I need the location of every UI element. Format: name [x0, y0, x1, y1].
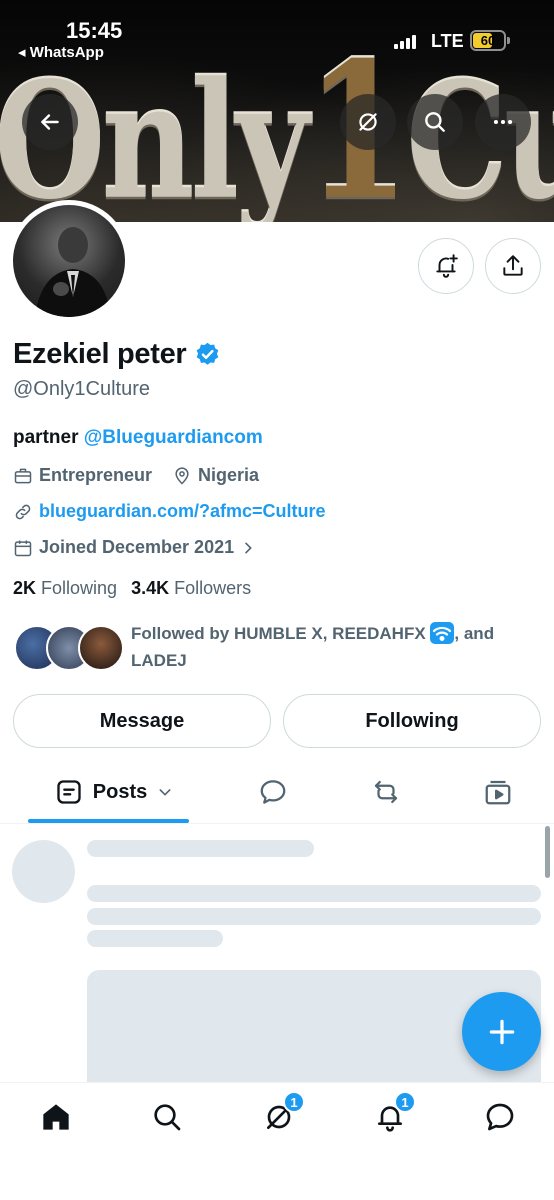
following-count-link[interactable]: 2K Following: [13, 578, 117, 599]
message-button[interactable]: Message: [13, 694, 271, 748]
followed-by-avatars[interactable]: [14, 625, 124, 673]
profile-bio: partner @Blueguardiancom: [13, 427, 263, 449]
bell-plus-icon: [436, 254, 458, 278]
tab-replies[interactable]: [255, 772, 291, 812]
status-time: 15:45: [66, 18, 123, 43]
signal-icon: [394, 33, 422, 49]
battery-icon: 60: [470, 30, 506, 51]
calendar-icon: [14, 540, 32, 556]
profile-tabs: Posts: [0, 762, 554, 824]
verified-badge-icon[interactable]: [194, 341, 221, 368]
more-dots-icon: [493, 119, 513, 125]
back-to-app-link[interactable]: ◂ WhatsApp: [18, 43, 104, 61]
network-type: LTE: [431, 31, 464, 51]
follow-counts: 2K Following 3.4K Followers: [13, 578, 251, 599]
search-icon: [425, 112, 445, 132]
follower-avatar: [78, 625, 124, 671]
nav-messages[interactable]: [480, 1097, 520, 1137]
compose-post-button[interactable]: [462, 992, 541, 1071]
search-button[interactable]: [407, 94, 463, 150]
notifications-badge: 1: [394, 1091, 416, 1113]
profile-name-row: Ezekiel peter: [13, 338, 221, 371]
grok-badge: 1: [283, 1091, 305, 1113]
profession-label: Entrepreneur: [39, 465, 153, 485]
following-button[interactable]: Following: [283, 694, 541, 748]
website-link[interactable]: blueguardian.com/?afmc=Culture: [39, 501, 326, 522]
share-icon: [503, 255, 523, 276]
nav-grok[interactable]: 1: [259, 1091, 305, 1137]
following-count: 2K: [13, 578, 37, 598]
following-count-label: Following: [41, 578, 118, 598]
tab-posts-label: Posts: [92, 780, 148, 803]
posts-icon: [57, 780, 81, 804]
bio-text: partner: [13, 427, 84, 448]
nav-search[interactable]: [147, 1097, 187, 1137]
tab-reposts[interactable]: [366, 772, 406, 812]
joined-row[interactable]: Joined December 2021: [13, 537, 256, 558]
tab-media[interactable]: [478, 772, 518, 812]
location-pin-icon: [175, 466, 189, 485]
battery-tip: [507, 37, 510, 44]
notify-button[interactable]: [418, 238, 474, 294]
bottom-navigation: 1 1: [0, 1082, 554, 1200]
skeleton-line: [87, 840, 314, 857]
grok-icon: [359, 113, 377, 131]
skeleton-avatar: [12, 840, 75, 903]
battery-level: 60: [480, 33, 496, 48]
home-icon: [43, 1104, 69, 1130]
followed-by-text[interactable]: Followed by HUMBLE X, REEDAHFX , and LAD…: [131, 620, 541, 674]
skeleton-line: [87, 885, 541, 902]
chat-bubble-icon: [486, 1103, 514, 1131]
followers-count-link[interactable]: 3.4K Followers: [131, 578, 251, 599]
profile-meta-row: Entrepreneur Nigeria: [13, 465, 259, 486]
person-photo-icon: [35, 227, 111, 317]
skeleton-line: [87, 908, 541, 925]
profile-name: Ezekiel peter: [13, 338, 187, 370]
bio-mention-link[interactable]: @Blueguardiancom: [84, 427, 263, 448]
banner-logo-text: Only1Culture: [0, 38, 554, 222]
nav-notifications[interactable]: 1: [370, 1091, 416, 1137]
joined-date: Joined December 2021: [39, 537, 235, 557]
arrow-left-icon: [41, 114, 59, 130]
followed-by-prefix: Followed by HUMBLE X, REEDAHFX: [131, 624, 431, 643]
back-button[interactable]: [22, 94, 78, 150]
more-options-button[interactable]: [475, 94, 531, 150]
nav-home[interactable]: [36, 1097, 76, 1137]
location-label: Nigeria: [198, 465, 260, 485]
active-tab-indicator: [28, 819, 189, 823]
grok-button[interactable]: [340, 94, 396, 150]
followers-count-label: Followers: [174, 578, 252, 598]
repost-icon: [374, 780, 398, 804]
media-icon: [485, 780, 511, 805]
plus-icon: [489, 1019, 514, 1044]
followers-count: 3.4K: [131, 578, 170, 598]
profile-avatar[interactable]: [8, 200, 130, 322]
chevron-right-icon: [245, 542, 252, 553]
wifi-emoji-icon: [430, 622, 455, 644]
briefcase-icon: [14, 468, 32, 483]
website-row: blueguardian.com/?afmc=Culture: [13, 501, 326, 522]
share-button[interactable]: [485, 238, 541, 294]
reply-bubble-icon: [260, 780, 286, 804]
chevron-down-icon: [159, 789, 171, 796]
search-icon: [154, 1104, 181, 1131]
tab-posts[interactable]: Posts: [44, 772, 184, 812]
profile-handle: @Only1Culture: [13, 378, 151, 400]
scrollbar[interactable]: [545, 826, 550, 878]
skeleton-line: [87, 930, 223, 947]
link-icon: [15, 504, 31, 519]
